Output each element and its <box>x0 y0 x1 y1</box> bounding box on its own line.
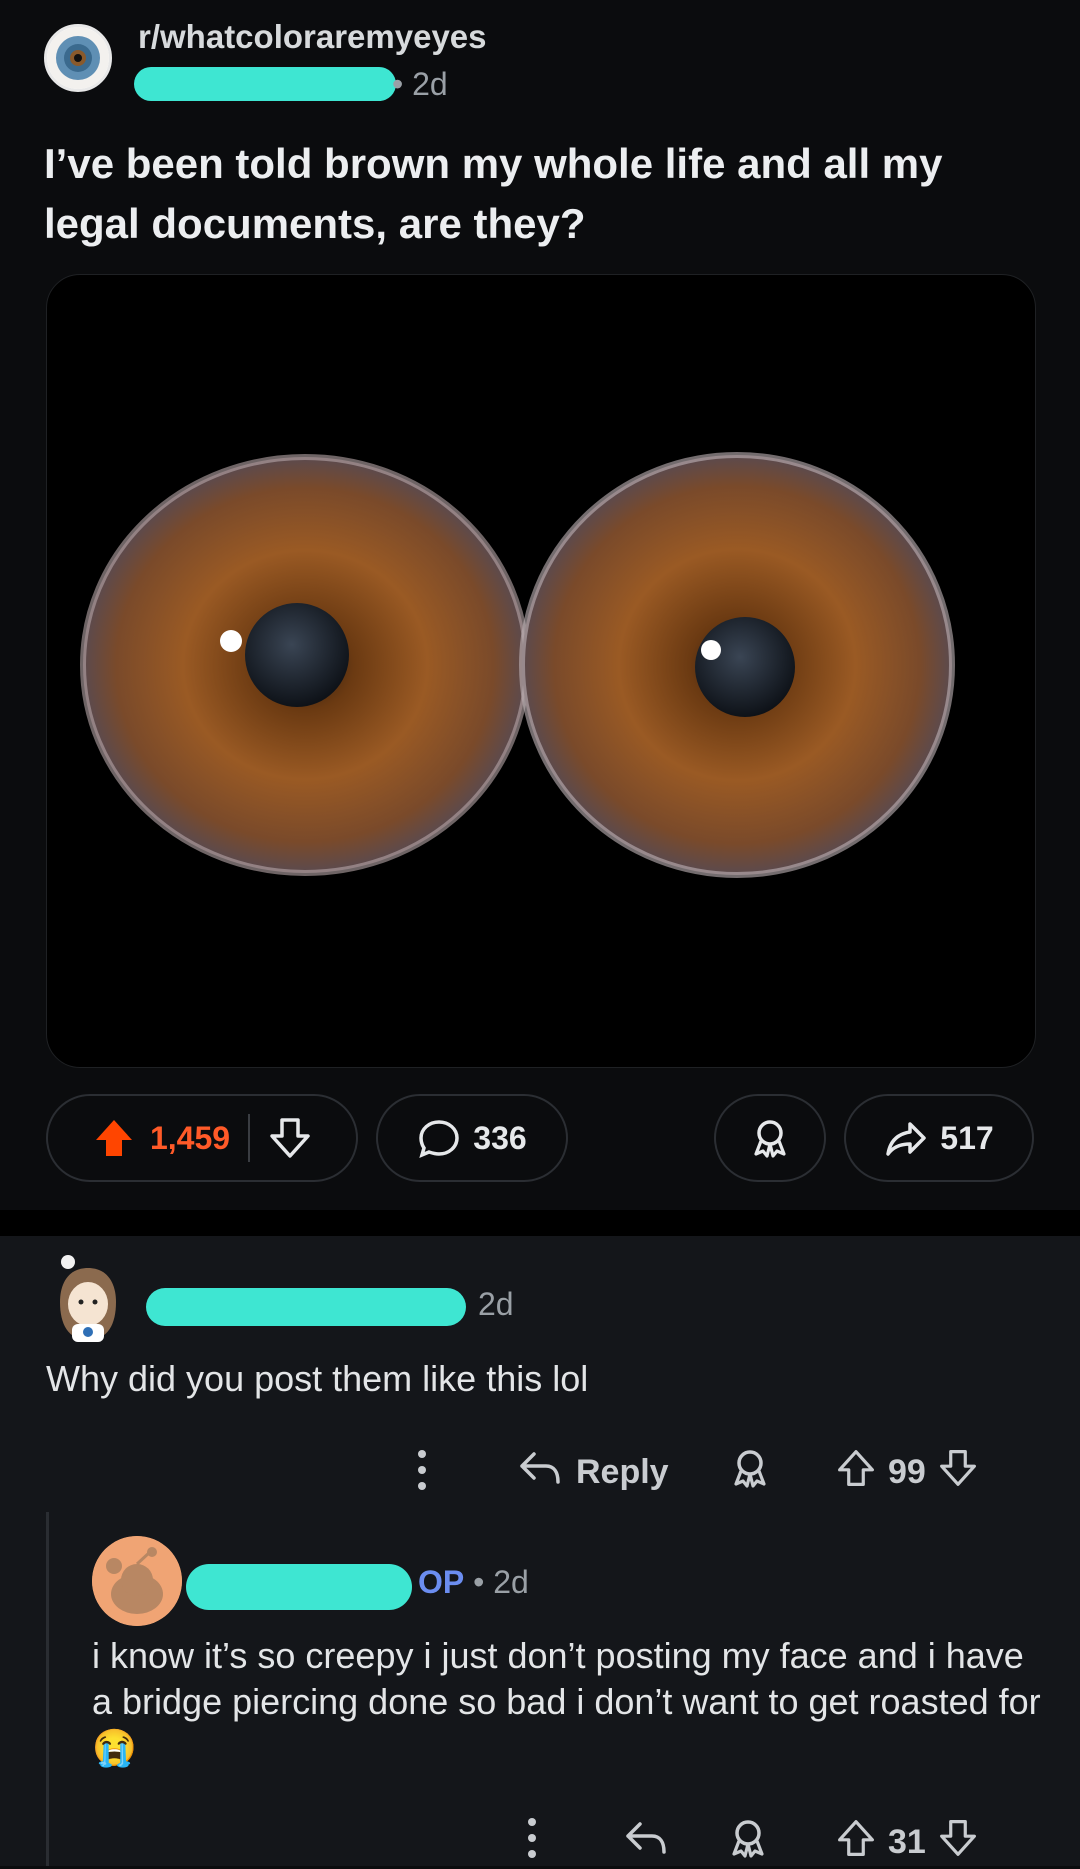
post: r/whatcoloraremyeyes • 2d I’ve been told… <box>0 0 1080 1210</box>
section-divider <box>0 1210 1080 1236</box>
upvote-icon[interactable] <box>836 1446 876 1499</box>
left-eye <box>80 454 530 876</box>
downvote-icon[interactable] <box>268 1116 312 1160</box>
comment-count: 336 <box>473 1119 527 1156</box>
reply-icon <box>518 1448 562 1497</box>
op-badge: OP <box>418 1564 465 1600</box>
more-options-icon[interactable] <box>412 1448 432 1492</box>
reply-button[interactable]: Reply <box>518 1448 669 1497</box>
reply-body: i know it’s so creepy i just don’t posti… <box>92 1635 1041 1722</box>
award-icon[interactable] <box>726 1816 770 1860</box>
post-title[interactable]: I’ve been told brown my whole life and a… <box>44 134 1034 254</box>
vote-bar: 1,459 <box>46 1094 358 1182</box>
award-button[interactable] <box>714 1094 826 1182</box>
upvote-count: 1,459 <box>149 1119 231 1156</box>
upvote-icon[interactable] <box>92 1116 136 1160</box>
downvote-icon[interactable] <box>938 1446 978 1499</box>
post-time: • 2d <box>392 66 448 102</box>
reply-vote: 31 <box>836 1816 978 1869</box>
share-button[interactable]: 517 <box>844 1094 1034 1182</box>
redacted-username <box>134 67 396 101</box>
right-eye <box>519 452 955 878</box>
reply-body-wrap: i know it’s so creepy i just don’t posti… <box>92 1633 1042 1771</box>
reply-time: • 2d <box>473 1564 529 1600</box>
thread-line <box>46 1512 49 1866</box>
upvote-icon[interactable] <box>836 1816 876 1869</box>
subreddit-name[interactable]: r/whatcoloraremyeyes <box>138 18 487 56</box>
crying-emoji: 😭 <box>92 1727 137 1768</box>
comment-time: 2d <box>478 1286 514 1322</box>
post-image[interactable] <box>46 274 1036 1068</box>
comment-avatar[interactable] <box>50 1254 126 1344</box>
comment-vote: 99 <box>836 1446 978 1499</box>
downvote-icon[interactable] <box>938 1816 978 1869</box>
vote-divider <box>248 1114 251 1162</box>
award-icon[interactable] <box>728 1446 772 1490</box>
comment-score: 99 <box>888 1453 926 1491</box>
reply-icon[interactable] <box>624 1818 668 1858</box>
redacted-username <box>186 1564 412 1610</box>
reply-label: Reply <box>576 1453 669 1491</box>
reply-meta: OP • 2d <box>418 1564 529 1601</box>
subreddit-avatar[interactable] <box>44 24 112 92</box>
share-count: 517 <box>940 1119 994 1156</box>
comment-icon <box>417 1116 461 1160</box>
more-options-icon[interactable] <box>522 1816 542 1860</box>
reply-avatar[interactable] <box>92 1536 182 1626</box>
redacted-username <box>146 1288 466 1326</box>
reply-score: 31 <box>888 1823 926 1861</box>
award-icon <box>748 1116 792 1160</box>
comments-button[interactable]: 336 <box>376 1094 568 1182</box>
comment-body: Why did you post them like this lol <box>46 1358 589 1399</box>
share-icon <box>884 1116 928 1160</box>
